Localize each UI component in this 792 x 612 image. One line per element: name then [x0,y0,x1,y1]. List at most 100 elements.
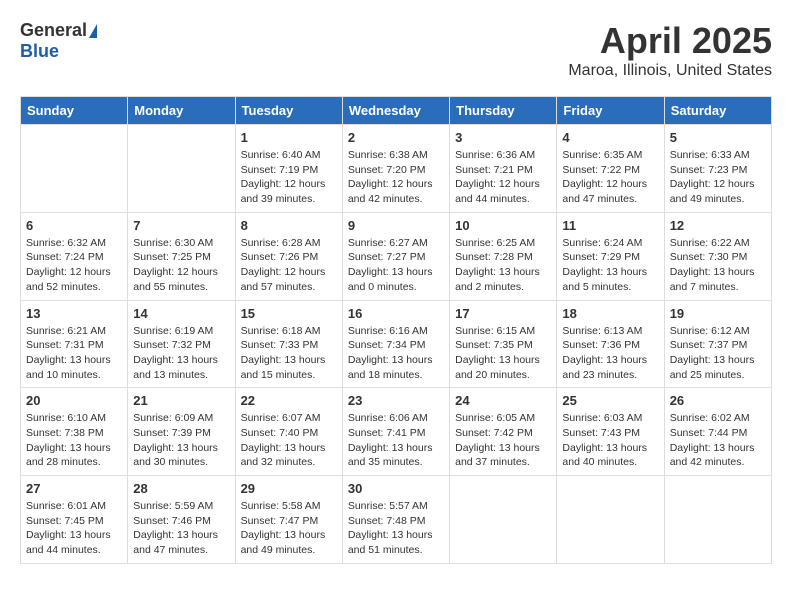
day-number: 17 [455,306,551,321]
day-info: Sunrise: 6:15 AM Sunset: 7:35 PM Dayligh… [455,324,551,383]
table-row: 14 Sunrise: 6:19 AM Sunset: 7:32 PM Dayli… [128,300,235,388]
day-number: 8 [241,218,337,233]
day-info: Sunrise: 6:10 AM Sunset: 7:38 PM Dayligh… [26,411,122,470]
table-row: 17 Sunrise: 6:15 AM Sunset: 7:35 PM Dayli… [450,300,557,388]
day-info: Sunrise: 6:05 AM Sunset: 7:42 PM Dayligh… [455,411,551,470]
table-row: 5Sunrise: 6:33 AM Sunset: 7:23 PM Daylig… [664,125,771,213]
header-thursday: Thursday [450,97,557,125]
header: General Blue April 2025 Maroa, Illinois,… [20,20,772,80]
table-row: 10 Sunrise: 6:25 AM Sunset: 7:28 PM Dayli… [450,212,557,300]
logo-triangle-icon [89,24,97,38]
table-row [557,476,664,564]
day-info: Sunrise: 6:07 AM Sunset: 7:40 PM Dayligh… [241,411,337,470]
day-number: 19 [670,306,766,321]
header-tuesday: Tuesday [235,97,342,125]
table-row: 27 Sunrise: 6:01 AM Sunset: 7:45 PM Dayli… [21,476,128,564]
day-number: 26 [670,393,766,408]
table-row: 7Sunrise: 6:30 AM Sunset: 7:25 PM Daylig… [128,212,235,300]
day-info: Sunrise: 6:25 AM Sunset: 7:28 PM Dayligh… [455,236,551,295]
day-info: Sunrise: 6:16 AM Sunset: 7:34 PM Dayligh… [348,324,444,383]
table-row: 18 Sunrise: 6:13 AM Sunset: 7:36 PM Dayli… [557,300,664,388]
day-number: 21 [133,393,229,408]
table-row: 24 Sunrise: 6:05 AM Sunset: 7:42 PM Dayli… [450,388,557,476]
day-number: 30 [348,481,444,496]
day-info: Sunrise: 6:24 AM Sunset: 7:29 PM Dayligh… [562,236,658,295]
calendar-table: Sunday Monday Tuesday Wednesday Thursday… [20,96,772,564]
day-number: 7 [133,218,229,233]
day-number: 23 [348,393,444,408]
calendar-week-row: 20 Sunrise: 6:10 AM Sunset: 7:38 PM Dayli… [21,388,772,476]
table-row: 9 Sunrise: 6:27 AM Sunset: 7:27 PM Daylig… [342,212,449,300]
day-number: 15 [241,306,337,321]
day-number: 27 [26,481,122,496]
table-row: 11 Sunrise: 6:24 AM Sunset: 7:29 PM Dayli… [557,212,664,300]
logo-general-text: General [20,20,87,41]
table-row: 26 Sunrise: 6:02 AM Sunset: 7:44 PM Dayli… [664,388,771,476]
day-number: 29 [241,481,337,496]
day-info: Sunrise: 6:38 AM Sunset: 7:20 PM Dayligh… [348,148,444,207]
day-info: Sunrise: 6:33 AM Sunset: 7:23 PM Dayligh… [670,148,766,207]
table-row: 13 Sunrise: 6:21 AM Sunset: 7:31 PM Dayli… [21,300,128,388]
day-info: Sunrise: 5:59 AM Sunset: 7:46 PM Dayligh… [133,499,229,558]
header-wednesday: Wednesday [342,97,449,125]
day-number: 12 [670,218,766,233]
table-row: 1 Sunrise: 6:40 AM Sunset: 7:19 PM Daylig… [235,125,342,213]
title-area: April 2025 Maroa, Illinois, United State… [568,20,772,80]
day-number: 25 [562,393,658,408]
table-row: 2 Sunrise: 6:38 AM Sunset: 7:20 PM Daylig… [342,125,449,213]
day-info: Sunrise: 6:36 AM Sunset: 7:21 PM Dayligh… [455,148,551,207]
day-number: 20 [26,393,122,408]
day-number: 6 [26,218,122,233]
table-row: 3Sunrise: 6:36 AM Sunset: 7:21 PM Daylig… [450,125,557,213]
table-row: 28 Sunrise: 5:59 AM Sunset: 7:46 PM Dayli… [128,476,235,564]
table-row: 12Sunrise: 6:22 AM Sunset: 7:30 PM Dayli… [664,212,771,300]
day-number: 24 [455,393,551,408]
day-info: Sunrise: 6:06 AM Sunset: 7:41 PM Dayligh… [348,411,444,470]
table-row: 29Sunrise: 5:58 AM Sunset: 7:47 PM Dayli… [235,476,342,564]
day-info: Sunrise: 6:19 AM Sunset: 7:32 PM Dayligh… [133,324,229,383]
logo: General Blue [20,20,97,62]
table-row [21,125,128,213]
header-friday: Friday [557,97,664,125]
day-info: Sunrise: 6:28 AM Sunset: 7:26 PM Dayligh… [241,236,337,295]
day-info: Sunrise: 6:18 AM Sunset: 7:33 PM Dayligh… [241,324,337,383]
table-row: 21 Sunrise: 6:09 AM Sunset: 7:39 PM Dayli… [128,388,235,476]
table-row: 22 Sunrise: 6:07 AM Sunset: 7:40 PM Dayli… [235,388,342,476]
day-info: Sunrise: 6:01 AM Sunset: 7:45 PM Dayligh… [26,499,122,558]
day-number: 2 [348,130,444,145]
table-row [128,125,235,213]
header-saturday: Saturday [664,97,771,125]
table-row: 25Sunrise: 6:03 AM Sunset: 7:43 PM Dayli… [557,388,664,476]
calendar-week-row: 27 Sunrise: 6:01 AM Sunset: 7:45 PM Dayli… [21,476,772,564]
calendar-header-row: Sunday Monday Tuesday Wednesday Thursday… [21,97,772,125]
header-monday: Monday [128,97,235,125]
header-sunday: Sunday [21,97,128,125]
day-number: 16 [348,306,444,321]
day-info: Sunrise: 6:21 AM Sunset: 7:31 PM Dayligh… [26,324,122,383]
calendar-week-row: 1 Sunrise: 6:40 AM Sunset: 7:19 PM Daylig… [21,125,772,213]
day-number: 22 [241,393,337,408]
day-number: 1 [241,130,337,145]
day-number: 28 [133,481,229,496]
logo-blue-text: Blue [20,41,59,62]
day-number: 18 [562,306,658,321]
day-number: 13 [26,306,122,321]
day-info: Sunrise: 6:32 AM Sunset: 7:24 PM Dayligh… [26,236,122,295]
table-row: 30Sunrise: 5:57 AM Sunset: 7:48 PM Dayli… [342,476,449,564]
month-title: April 2025 [568,20,772,62]
day-number: 11 [562,218,658,233]
day-number: 9 [348,218,444,233]
table-row: 6 Sunrise: 6:32 AM Sunset: 7:24 PM Daylig… [21,212,128,300]
day-info: Sunrise: 6:02 AM Sunset: 7:44 PM Dayligh… [670,411,766,470]
day-info: Sunrise: 6:35 AM Sunset: 7:22 PM Dayligh… [562,148,658,207]
calendar-week-row: 6 Sunrise: 6:32 AM Sunset: 7:24 PM Daylig… [21,212,772,300]
table-row [664,476,771,564]
day-number: 14 [133,306,229,321]
day-number: 10 [455,218,551,233]
day-info: Sunrise: 6:13 AM Sunset: 7:36 PM Dayligh… [562,324,658,383]
day-info: Sunrise: 6:27 AM Sunset: 7:27 PM Dayligh… [348,236,444,295]
table-row: 8 Sunrise: 6:28 AM Sunset: 7:26 PM Daylig… [235,212,342,300]
table-row [450,476,557,564]
day-info: Sunrise: 6:40 AM Sunset: 7:19 PM Dayligh… [241,148,337,207]
day-info: Sunrise: 6:09 AM Sunset: 7:39 PM Dayligh… [133,411,229,470]
